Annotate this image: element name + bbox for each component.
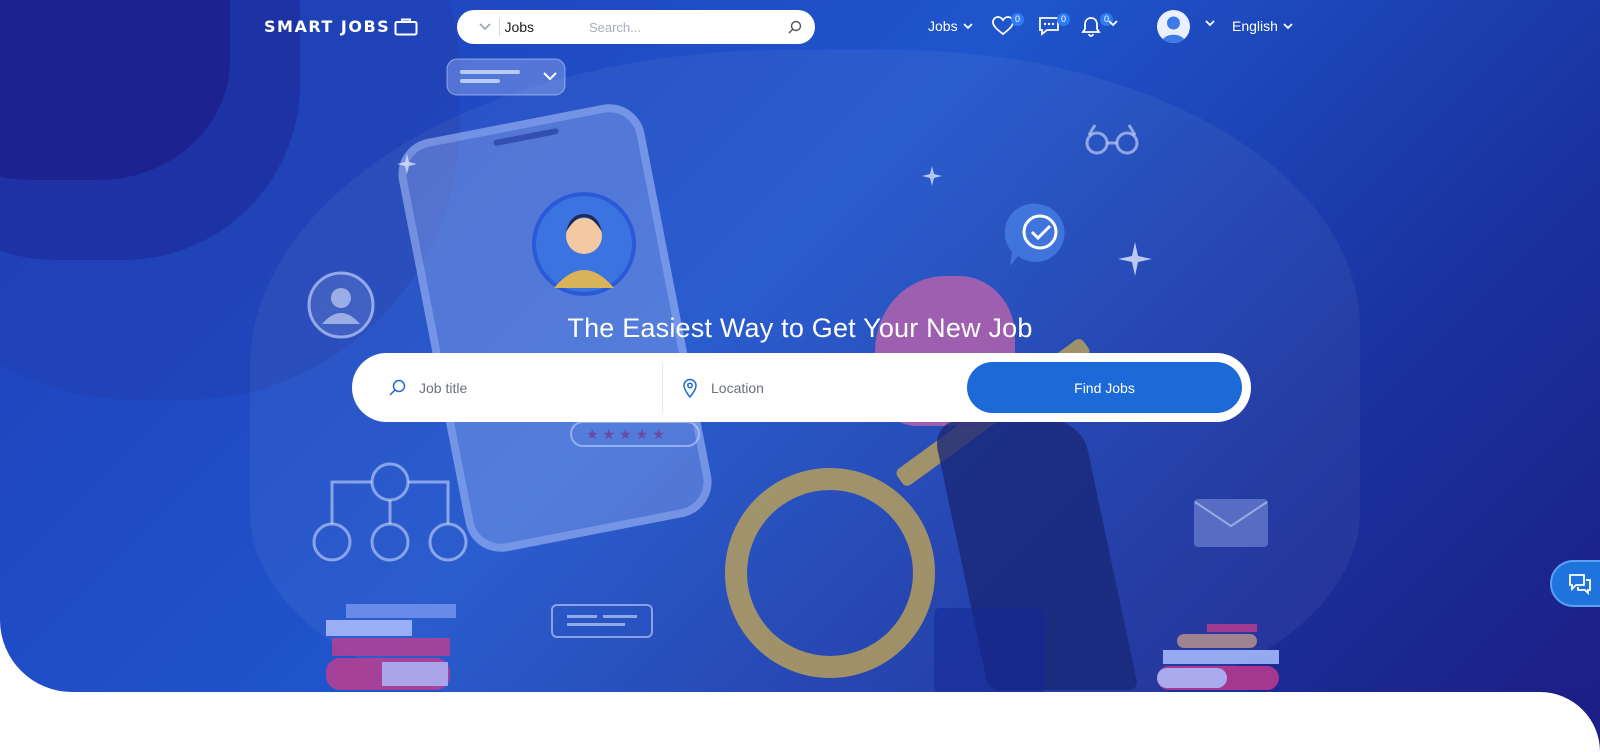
messages-button[interactable]: 0 <box>1038 13 1070 38</box>
favorites-button[interactable]: 0 <box>992 13 1024 38</box>
user-avatar[interactable] <box>1157 10 1190 43</box>
section-divider <box>1520 692 1600 752</box>
search-icon <box>389 379 406 396</box>
rating-stars-illustration: ★★★★★ <box>570 421 700 447</box>
field-divider <box>662 363 663 413</box>
chevron-down-icon[interactable] <box>1205 20 1215 27</box>
nav-jobs-menu[interactable]: Jobs <box>928 18 973 34</box>
briefcase-illustration <box>934 608 1046 692</box>
dropdown-illustration <box>446 58 566 96</box>
category-dropdown-toggle[interactable] <box>471 23 499 31</box>
avatar-icon <box>1161 16 1186 43</box>
job-title-input[interactable] <box>419 379 639 396</box>
nav-jobs-label: Jobs <box>928 18 958 34</box>
sparkle-icon <box>397 154 417 174</box>
message-card-illustration <box>551 604 653 638</box>
favorites-count-badge: 0 <box>1011 13 1024 26</box>
chevron-down-icon <box>962 22 973 29</box>
notifications-button[interactable]: 0 <box>1081 13 1113 38</box>
search-category[interactable]: Jobs <box>504 19 588 35</box>
map-pin-icon <box>683 378 697 398</box>
site-logo[interactable]: SMART JOBS <box>264 17 418 36</box>
header-search-bar: Jobs <box>457 10 815 44</box>
header-search-input[interactable] <box>588 19 786 35</box>
messages-count-badge: 0 <box>1057 13 1070 26</box>
job-title-field <box>388 353 668 422</box>
header-search-button[interactable] <box>785 17 805 37</box>
briefcase-icon <box>394 18 418 35</box>
magnifier-illustration <box>725 468 935 678</box>
language-label: English <box>1232 18 1278 34</box>
envelope-illustration <box>1194 499 1268 547</box>
check-badge-illustration <box>1005 203 1065 266</box>
profile-illustration <box>532 192 636 296</box>
books-illustration <box>326 604 456 690</box>
floating-chat-button[interactable] <box>1550 560 1600 607</box>
chevron-down-icon[interactable] <box>1108 20 1118 27</box>
search-icon <box>788 20 802 34</box>
sparkle-icon <box>1118 242 1152 276</box>
location-input[interactable] <box>711 379 931 396</box>
location-field <box>682 353 962 422</box>
chevron-down-icon <box>479 23 491 31</box>
chat-bubbles-icon <box>1569 573 1591 595</box>
hero-section: ★★★★★ <box>0 0 1600 692</box>
hero-headline: The Easiest Way to Get Your New Job <box>567 313 1033 343</box>
books-illustration <box>1157 624 1279 690</box>
language-selector[interactable]: English <box>1232 18 1293 34</box>
org-chart-illustration <box>312 462 468 562</box>
logo-text: SMART JOBS <box>264 17 391 36</box>
find-jobs-button[interactable]: Find Jobs <box>967 362 1242 413</box>
glasses-illustration <box>1085 124 1139 155</box>
sparkle-icon <box>922 166 942 186</box>
bell-icon <box>1081 17 1101 37</box>
job-search-form: Find Jobs <box>352 353 1251 422</box>
chevron-down-icon <box>1283 22 1293 29</box>
top-navbar: SMART JOBS Jobs Jobs 0 0 0 E <box>0 0 1600 54</box>
